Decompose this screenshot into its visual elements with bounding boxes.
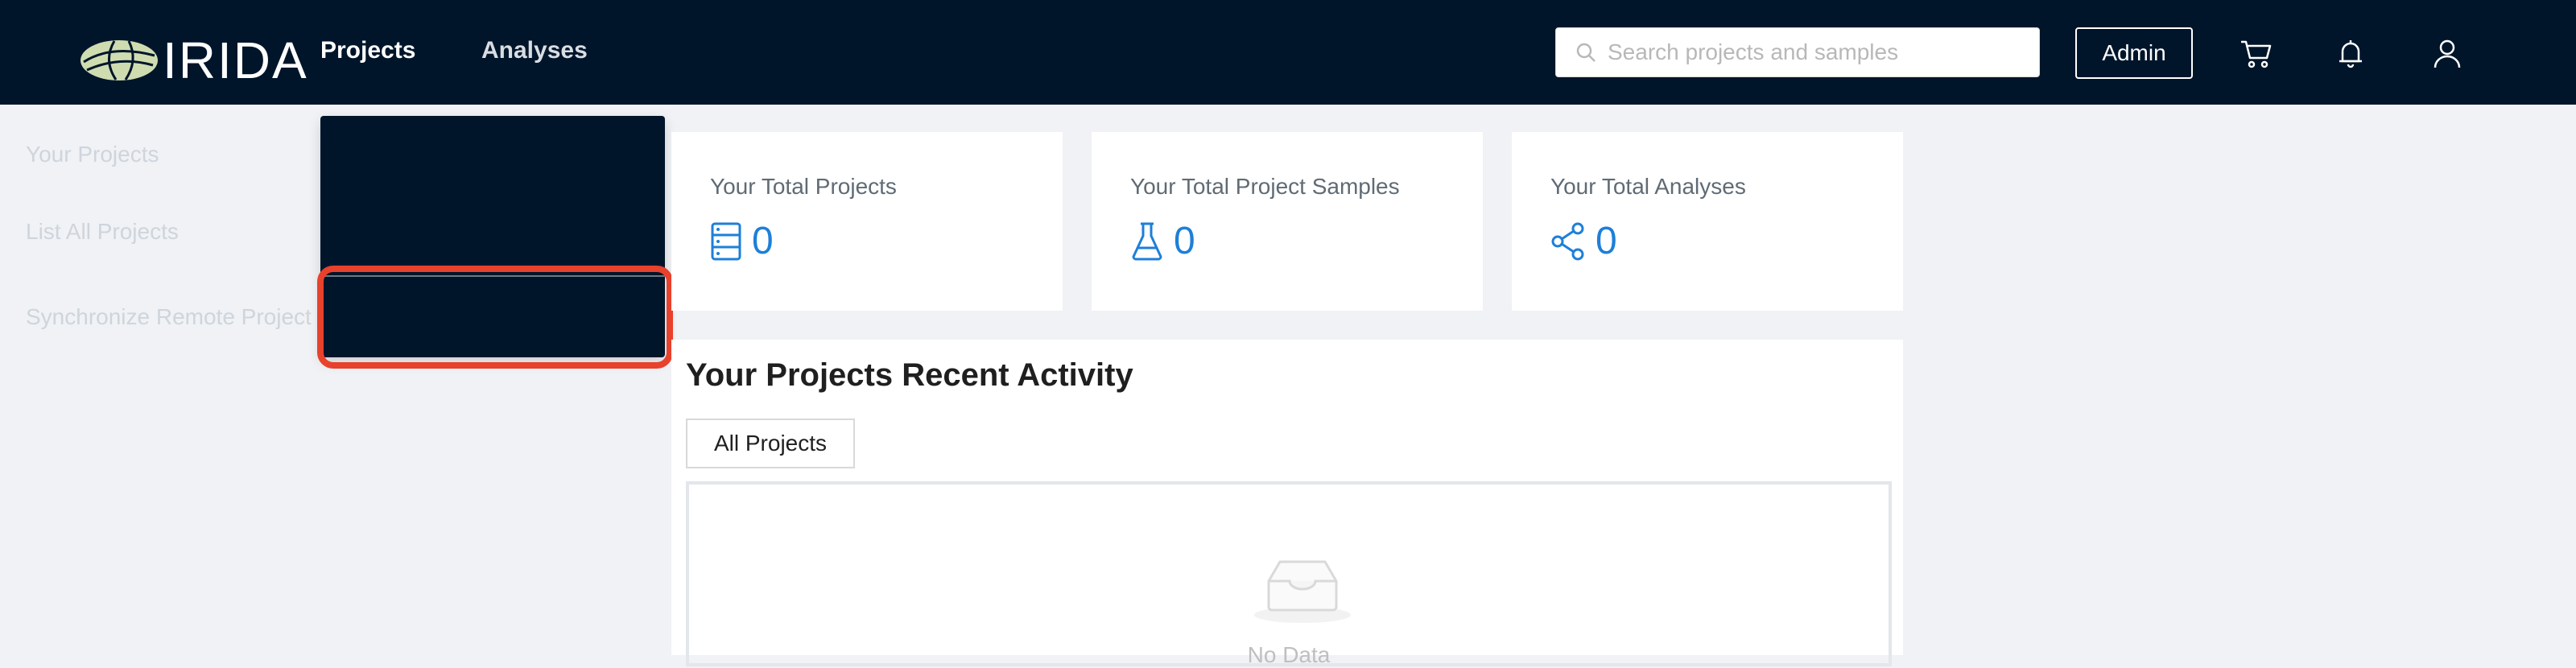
card-value-row: 0 xyxy=(710,219,774,263)
irida-logo[interactable]: IRIDA xyxy=(79,31,308,90)
stat-card-total-analyses: Your Total Analyses 0 xyxy=(1512,132,1903,311)
globe-logo-icon xyxy=(80,40,158,80)
search-box[interactable] xyxy=(1555,27,2040,77)
stat-card-total-projects: Your Total Projects 0 xyxy=(671,132,1063,311)
empty-inbox-icon xyxy=(1254,560,1351,623)
activity-title: Your Projects Recent Activity xyxy=(686,357,1133,393)
tab-all-projects[interactable]: All Projects xyxy=(686,419,855,468)
bell-icon[interactable] xyxy=(2333,35,2368,71)
stat-card-total-samples: Your Total Project Samples 0 xyxy=(1092,132,1483,311)
search-icon xyxy=(1576,43,1596,62)
user-icon[interactable] xyxy=(2429,35,2465,71)
card-value: 0 xyxy=(1596,220,1617,262)
menu-item-synchronize-remote-project[interactable]: Synchronize Remote Project xyxy=(26,304,312,330)
card-value: 0 xyxy=(752,220,774,262)
top-navbar: IRIDA Projects Analyses Admin xyxy=(0,0,2576,105)
activity-list: No Data xyxy=(686,481,1892,667)
menu-item-list-all-projects[interactable]: List All Projects xyxy=(26,219,179,245)
share-icon xyxy=(1551,222,1584,260)
nav-analyses[interactable]: Analyses xyxy=(481,37,588,64)
card-value-row: 0 xyxy=(1550,219,1617,263)
card-title: Your Total Analyses xyxy=(1550,174,1746,199)
flask-icon xyxy=(1132,222,1162,260)
recent-activity-panel: Your Projects Recent Activity All Projec… xyxy=(671,340,1903,667)
card-value-row: 0 xyxy=(1130,219,1195,263)
highlight-annotation xyxy=(317,266,673,369)
admin-button[interactable]: Admin xyxy=(2075,27,2193,79)
card-title: Your Total Project Samples xyxy=(1130,174,1400,199)
database-icon xyxy=(711,222,741,260)
app-name: IRIDA xyxy=(163,31,308,89)
search-input[interactable] xyxy=(1608,39,2026,65)
empty-text: No Data xyxy=(1247,642,1331,667)
menu-item-your-projects[interactable]: Your Projects xyxy=(26,142,159,167)
card-value: 0 xyxy=(1174,220,1195,262)
cart-icon[interactable] xyxy=(2238,35,2273,71)
nav-projects[interactable]: Projects xyxy=(320,37,415,64)
card-title: Your Total Projects xyxy=(710,174,897,199)
